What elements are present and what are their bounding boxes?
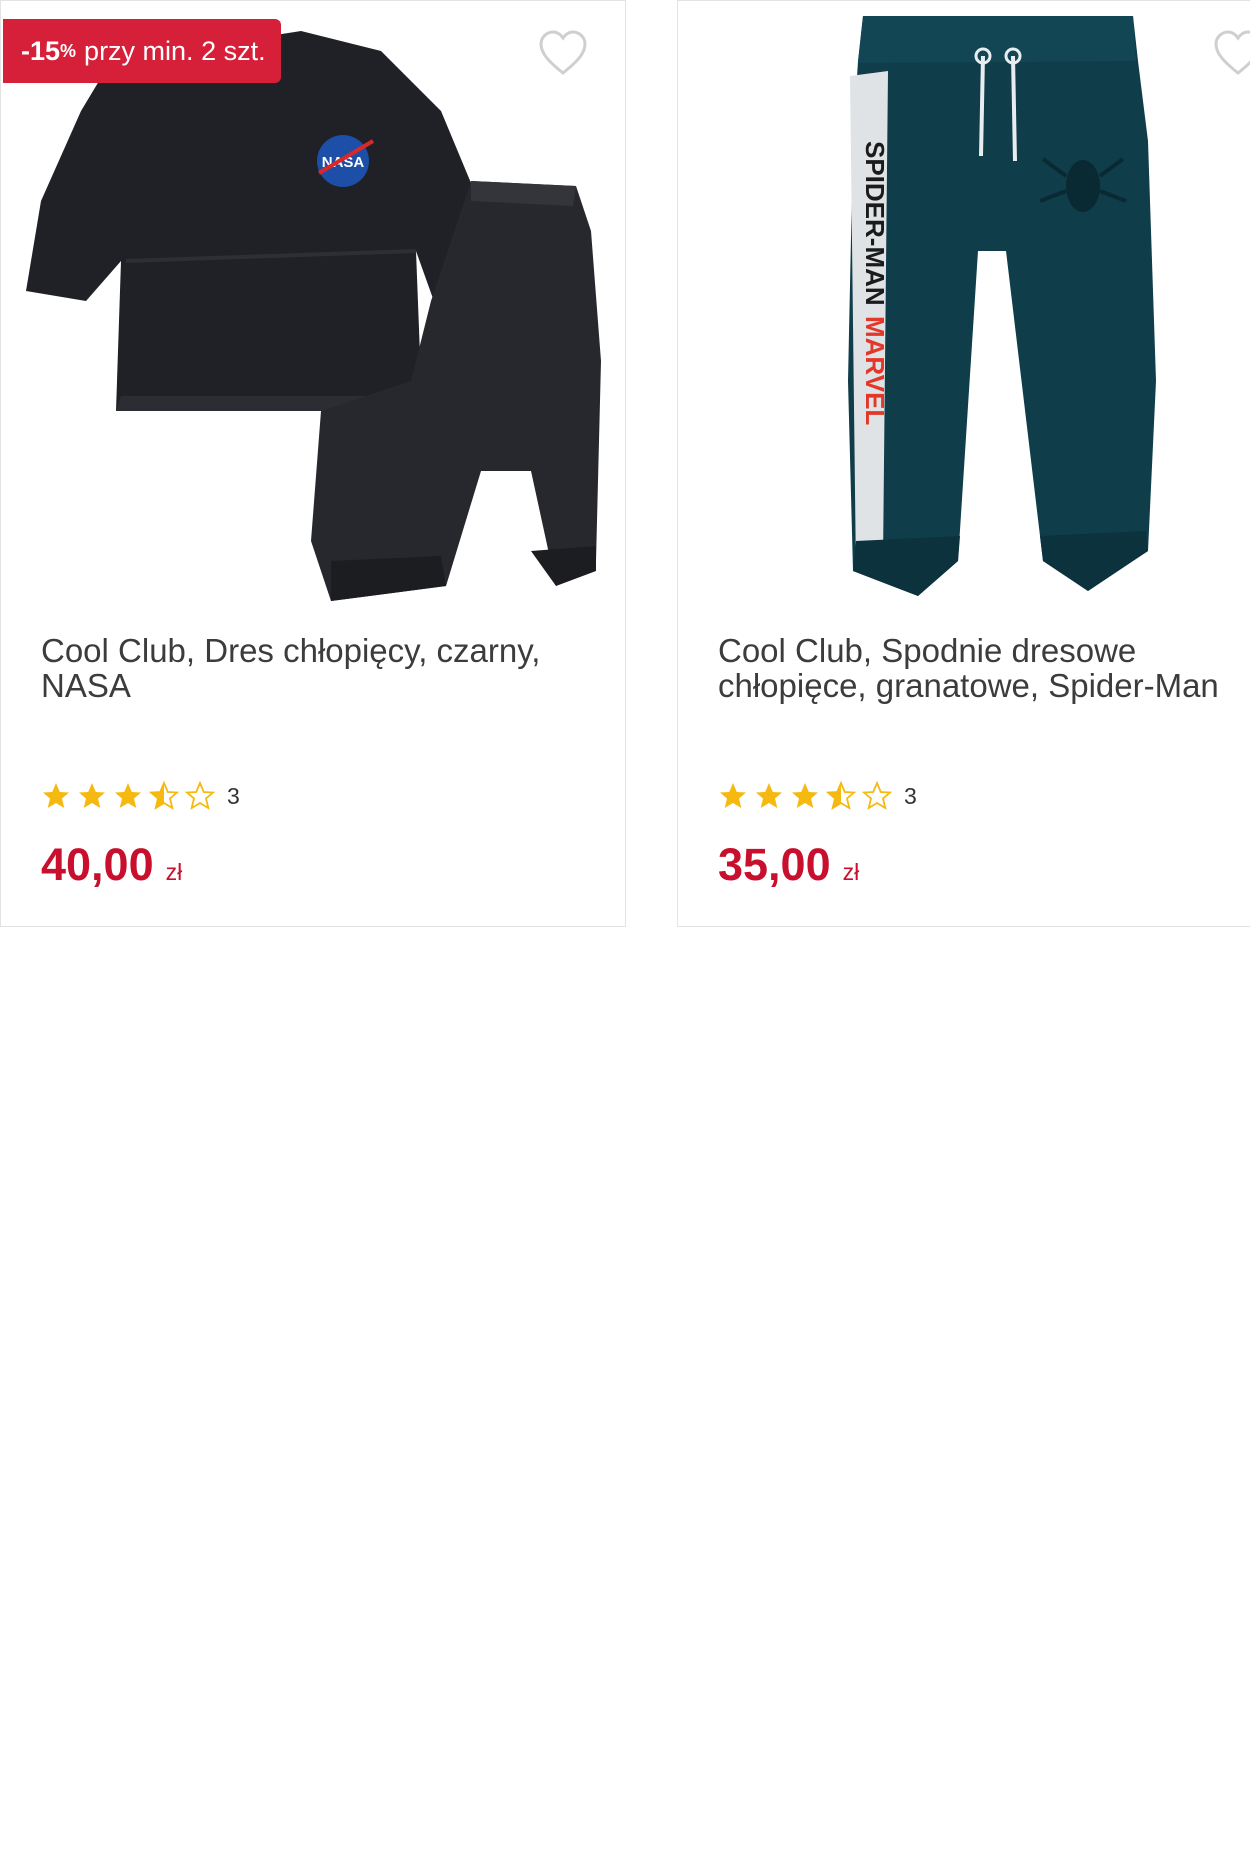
price: 35,00 zł (718, 839, 859, 891)
price: 40,00 zł (41, 839, 182, 891)
star-icon (115, 783, 141, 808)
product-image[interactable]: SPIDER-MAN MARVEL (678, 1, 1250, 611)
heart-outline-icon[interactable] (1213, 29, 1250, 77)
rating: 3 (718, 781, 917, 811)
discount-condition: przy min. 2 szt. (84, 35, 266, 66)
svg-text:MARVEL: MARVEL (860, 316, 890, 425)
product-image[interactable]: NASA -15% przy min. 2 szt. (1, 1, 625, 611)
product-card[interactable]: SPIDER-MAN MARVEL Cool Club, Spodnie dre… (677, 0, 1250, 927)
price-currency: zł (165, 859, 183, 885)
price-currency: zł (842, 859, 860, 885)
product-card[interactable]: NASA -15% przy min. 2 szt. Cool Club, Dre… (0, 0, 626, 927)
star-icon (79, 783, 105, 808)
price-amount: 40,00 (41, 839, 154, 890)
star-empty-icon (862, 781, 892, 810)
product-title[interactable]: Cool Club, Dres chłopięcy, czarny, NASA (41, 633, 601, 703)
discount-badge: -15% przy min. 2 szt. (3, 19, 281, 83)
price-amount: 35,00 (718, 839, 831, 890)
product-title[interactable]: Cool Club, Spodnie dresowe chłopięce, gr… (718, 633, 1250, 703)
star-icon (792, 783, 818, 808)
star-icon (720, 783, 746, 808)
star-icon (43, 783, 69, 808)
discount-percent: -15 (21, 35, 61, 66)
rating: 3 (41, 781, 240, 811)
percent-sign: % (60, 40, 77, 61)
star-icon (756, 783, 782, 808)
rating-count: 3 (227, 782, 240, 809)
svg-text:SPIDER-MAN: SPIDER-MAN (860, 141, 890, 306)
star-half-icon (826, 781, 856, 810)
heart-outline-icon[interactable] (538, 29, 588, 77)
star-empty-icon (185, 781, 215, 810)
star-half-icon (149, 781, 179, 810)
rating-count: 3 (904, 782, 917, 809)
